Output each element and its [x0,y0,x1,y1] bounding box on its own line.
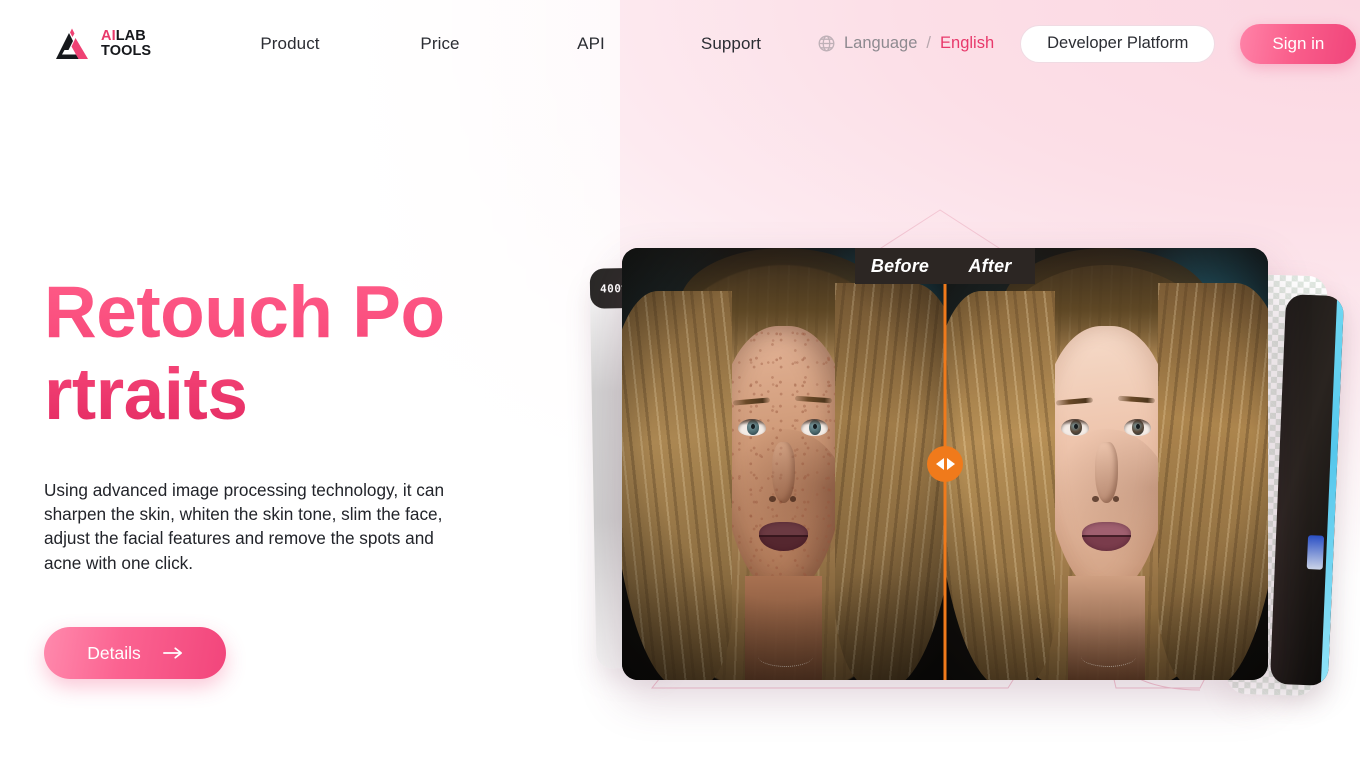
slider-handle-icon[interactable] [927,446,963,482]
brand-wordmark: AILAB TOOLS [101,27,152,59]
brand-lab: LAB [115,27,146,44]
page-title: Retouch Portraits [44,272,469,436]
handle-left-arrow-icon [935,458,944,470]
after-image [945,248,1268,680]
details-button[interactable]: Details [44,627,226,680]
hero-section: Retouch Portraits Using advanced image p… [44,272,474,680]
nav-item-api[interactable]: API [515,34,667,54]
language-value: English [940,34,995,52]
brand-ai: AI [101,27,116,44]
developer-platform-button[interactable]: Developer Platform [1020,24,1216,63]
details-button-label: Details [87,642,141,663]
nav-item-support[interactable]: Support [667,34,795,54]
portrait-after [945,248,1268,680]
language-selector[interactable]: Language / English [817,34,994,53]
comparison-labels: Before After [855,248,1035,284]
main-nav: Product Price API Support [215,34,795,54]
hero-description: Using advanced image processing technolo… [44,479,445,573]
handle-right-arrow-icon [946,458,955,470]
arrow-right-icon [162,647,182,659]
globe-icon [818,35,835,52]
mountain-logo-icon [56,28,88,59]
before-after-preview: 400% Before After [560,140,1360,740]
brand-logo[interactable]: AILAB TOOLS [52,22,164,66]
sign-in-button[interactable]: Sign in [1240,23,1357,64]
nav-item-product[interactable]: Product [215,34,365,54]
language-label: Language [844,34,918,52]
site-header: AILAB TOOLS Product Price API Support La… [0,0,1360,87]
back-card-accent [1306,535,1325,570]
before-label: Before [855,248,945,284]
portrait-before [622,248,945,680]
before-image [622,248,945,680]
brand-tools: TOOLS [101,42,152,59]
language-separator: / [926,34,932,52]
comparison-card[interactable]: Before After [622,248,1268,680]
nav-item-price[interactable]: Price [365,34,515,54]
after-label: After [945,248,1035,284]
